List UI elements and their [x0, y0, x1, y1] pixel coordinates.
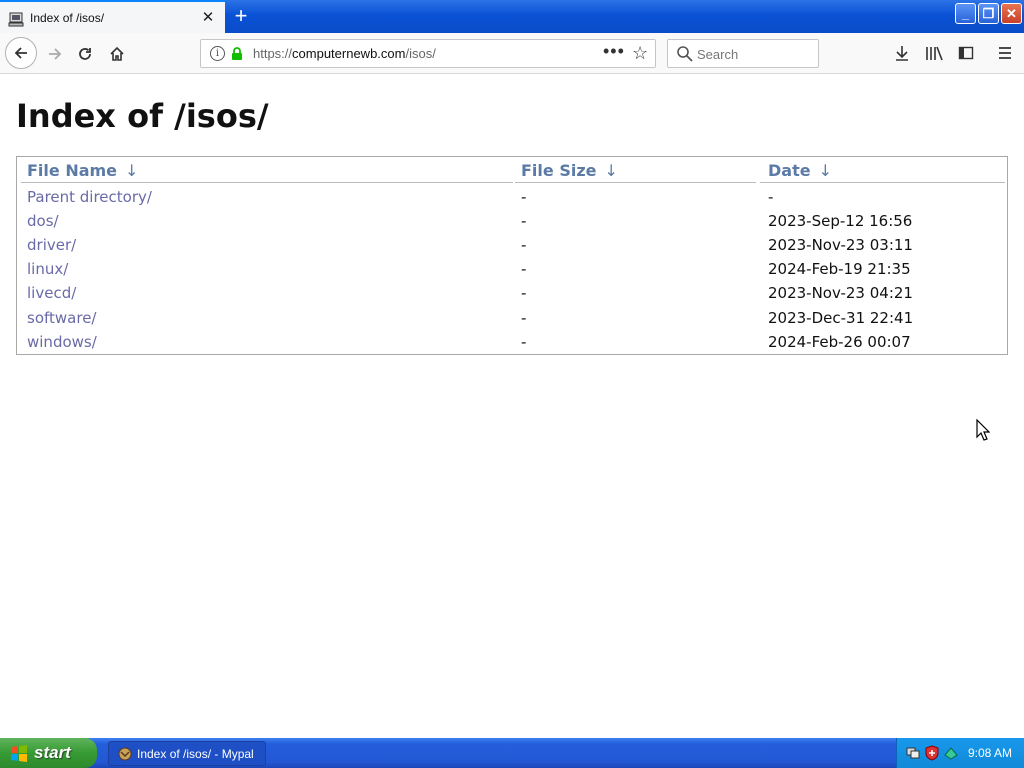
tab-close-icon[interactable]: ✕: [200, 10, 216, 26]
table-row: windows/ - 2024-Feb-26 00:07: [17, 331, 1007, 355]
menu-button[interactable]: [993, 41, 1017, 65]
taskbar: start Index of /isos/ - Mypal 9:08 AM: [0, 738, 1024, 768]
file-date: -: [768, 188, 774, 206]
system-tray: 9:08 AM: [896, 738, 1024, 768]
url-path: /isos/: [405, 46, 436, 61]
navigation-toolbar: i https://computernewb.com/isos/ ••• ☆ S…: [0, 33, 1024, 74]
sort-arrow-icon: ↓: [604, 161, 618, 180]
header-divider: [21, 182, 513, 183]
info-icon[interactable]: i: [210, 46, 225, 61]
file-size: -: [521, 309, 527, 327]
reload-icon: [79, 48, 91, 60]
url-text[interactable]: https://computernewb.com/isos/: [253, 46, 436, 61]
header-divider: [515, 182, 756, 183]
column-size-label: File Size: [521, 161, 597, 180]
column-header-name[interactable]: File Name ↓: [27, 161, 138, 180]
table-row: linux/ - 2024-Feb-19 21:35: [17, 258, 1007, 282]
computer-favicon-icon: [8, 12, 24, 27]
url-domain: computernewb.com: [292, 46, 406, 61]
bookmark-star-icon[interactable]: ☆: [632, 43, 648, 64]
file-link[interactable]: Parent directory/: [27, 188, 152, 206]
security-shield-icon[interactable]: [924, 745, 940, 761]
title-bar: Index of /isos/ ✕ + _ ❐ ✕: [0, 0, 1024, 33]
clock: 9:08 AM: [968, 746, 1013, 760]
file-link[interactable]: windows/: [27, 333, 97, 351]
sort-arrow-icon: ↓: [818, 161, 832, 180]
start-label: start: [34, 743, 71, 762]
column-header-date[interactable]: Date ↓: [768, 161, 832, 180]
taskbar-item-browser[interactable]: Index of /isos/ - Mypal: [108, 741, 266, 766]
header-divider: [760, 182, 1005, 183]
library-button[interactable]: [922, 41, 946, 65]
home-button[interactable]: [102, 39, 132, 69]
page-title: Index of /isos/: [16, 97, 269, 135]
file-size: -: [521, 236, 527, 254]
mypal-icon: [118, 747, 132, 761]
close-window-button[interactable]: ✕: [1001, 3, 1022, 24]
search-icon: [677, 46, 693, 62]
mouse-cursor-icon: [976, 419, 990, 441]
page-content: Index of /isos/ File Name ↓ File Size ↓ Da…: [0, 74, 1024, 738]
menu-icon: [999, 47, 1011, 59]
file-link[interactable]: software/: [27, 309, 96, 327]
download-button[interactable]: [890, 41, 914, 65]
file-link[interactable]: livecd/: [27, 284, 76, 302]
tab-title: Index of /isos/: [30, 11, 105, 25]
table-row: software/ - 2023-Dec-31 22:41: [17, 307, 1007, 331]
table-row: livecd/ - 2023-Nov-23 04:21: [17, 282, 1007, 306]
table-row: Parent directory/ - -: [17, 186, 1007, 210]
minimize-button[interactable]: _: [955, 3, 976, 24]
back-button[interactable]: [5, 37, 37, 69]
windows-logo-icon: [11, 745, 27, 762]
table-row: dos/ - 2023-Sep-12 16:56: [17, 210, 1007, 234]
file-date: 2023-Nov-23 03:11: [768, 236, 913, 254]
table-row: driver/ - 2023-Nov-23 03:11: [17, 234, 1007, 258]
url-bar[interactable]: i https://computernewb.com/isos/ ••• ☆: [200, 39, 656, 68]
file-size: -: [521, 333, 527, 351]
forward-button[interactable]: [40, 39, 70, 69]
file-size: -: [521, 188, 527, 206]
download-icon: [896, 46, 908, 61]
home-icon: [110, 46, 124, 61]
column-name-label: File Name: [27, 161, 118, 180]
file-date: 2023-Sep-12 16:56: [768, 212, 913, 230]
file-date: 2024-Feb-26 00:07: [768, 333, 911, 351]
file-date: 2023-Nov-23 04:21: [768, 284, 913, 302]
taskbar-item-label: Index of /isos/ - Mypal: [137, 747, 254, 761]
column-date-label: Date: [768, 161, 811, 180]
sidebar-icon: [958, 46, 974, 60]
new-tab-button[interactable]: +: [230, 5, 252, 28]
start-button[interactable]: start: [0, 738, 97, 768]
sidebar-button[interactable]: [954, 41, 978, 65]
file-link[interactable]: dos/: [27, 212, 59, 230]
forward-icon: [49, 48, 62, 60]
file-size: -: [521, 212, 527, 230]
library-icon: [926, 46, 943, 61]
file-date: 2024-Feb-19 21:35: [768, 260, 911, 278]
file-size: -: [521, 260, 527, 278]
browser-tab[interactable]: Index of /isos/ ✕: [0, 0, 225, 33]
file-date: 2023-Dec-31 22:41: [768, 309, 914, 327]
page-actions-icon[interactable]: •••: [603, 41, 625, 62]
column-header-size[interactable]: File Size ↓: [521, 161, 618, 180]
file-link[interactable]: linux/: [27, 260, 68, 278]
lock-icon: [232, 47, 242, 60]
search-bar[interactable]: Search: [667, 39, 819, 68]
file-listing-table: File Name ↓ File Size ↓ Date ↓ Parent direc…: [16, 156, 1008, 355]
file-size: -: [521, 284, 527, 302]
reload-button[interactable]: [70, 39, 100, 69]
search-input[interactable]: Search: [697, 47, 738, 62]
back-icon: [14, 47, 27, 59]
updates-icon[interactable]: [943, 745, 959, 761]
url-scheme: https://: [253, 46, 293, 61]
file-link[interactable]: driver/: [27, 236, 76, 254]
network-icon[interactable]: [905, 745, 921, 761]
sort-arrow-icon: ↓: [125, 161, 139, 180]
restore-button[interactable]: ❐: [978, 3, 999, 24]
